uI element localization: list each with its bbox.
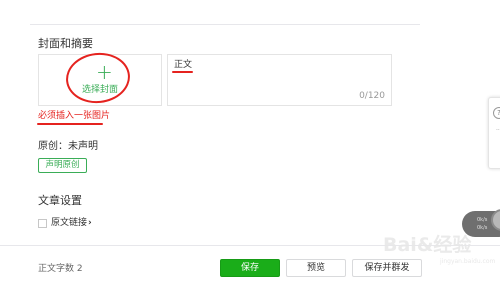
watermark-logo: Bai&经验: [383, 234, 472, 256]
original-link-checkbox[interactable]: [38, 219, 47, 228]
help-icon[interactable]: ?: [493, 107, 500, 119]
article-settings-title: 文章设置: [38, 194, 82, 207]
original-status-title: 原创：未声明: [38, 141, 98, 152]
save-button[interactable]: 保存: [220, 259, 280, 277]
side-panel-text: ···: [496, 127, 500, 134]
save-and-send-button[interactable]: 保存并群发: [352, 259, 422, 277]
cover-section-title: 封面和摘要: [38, 37, 93, 50]
word-count: 正文字数 2: [38, 264, 83, 274]
cover-error-message: 必须插入一张图片: [38, 111, 111, 121]
declare-original-button[interactable]: 声明原创: [38, 158, 87, 173]
annotation-underline-error: [37, 123, 103, 125]
preview-button[interactable]: 预览: [286, 259, 346, 277]
original-link-label[interactable]: 原文链接: [51, 218, 87, 229]
annotation-underline-summary: [172, 71, 193, 73]
watermark-url: jingyan.baidu.com: [440, 258, 496, 265]
download-speed: 0k/s: [477, 225, 488, 231]
chevron-right-icon[interactable]: ›: [88, 217, 92, 229]
top-divider: [30, 24, 420, 25]
upload-speed: 0k/s: [477, 217, 488, 223]
summary-char-count: 0/120: [359, 91, 385, 101]
summary-text: 正文: [174, 60, 193, 70]
summary-textarea[interactable]: 正文 0/120: [167, 54, 392, 106]
side-help-panel[interactable]: ? ···: [488, 97, 500, 169]
